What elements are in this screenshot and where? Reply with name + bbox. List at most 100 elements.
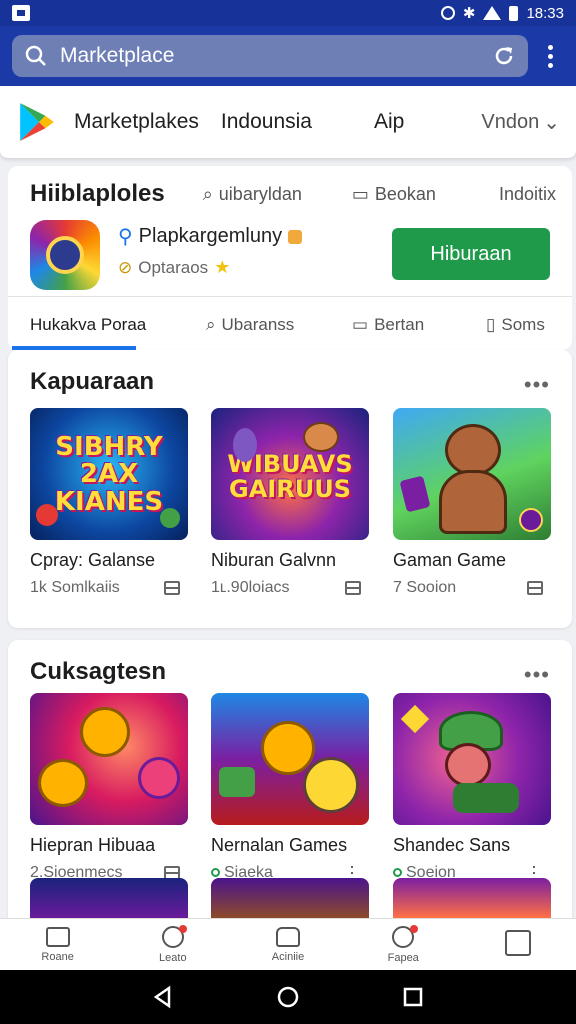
- notification-dot: [179, 925, 188, 933]
- nav-label: Roane: [41, 950, 74, 963]
- game-thumbnail: [30, 693, 188, 825]
- game-thumbnail-peek[interactable]: [393, 878, 551, 918]
- game-thumbnail-peek[interactable]: [30, 878, 188, 918]
- game-thumbnail: [393, 408, 551, 540]
- home-icon: [45, 926, 70, 947]
- nav-label: Aciniie: [271, 950, 305, 963]
- save-icon[interactable]: [164, 581, 180, 595]
- install-button[interactable]: Hiburaan: [392, 228, 550, 280]
- status-dot-icon: [211, 868, 220, 877]
- category-tab-2[interactable]: ▭ Beokan: [352, 184, 436, 205]
- back-icon[interactable]: [151, 985, 175, 1009]
- overflow-menu-icon[interactable]: [536, 35, 564, 77]
- search-bar[interactable]: Marketplace: [12, 35, 528, 77]
- category-heading: Hiiblaploles: [30, 180, 165, 207]
- apps-icon: [276, 926, 300, 947]
- category-tab-label: Beokan: [374, 183, 436, 204]
- tab-app[interactable]: Aip: [374, 110, 404, 134]
- category-tab-3[interactable]: Indoitix: [499, 184, 556, 205]
- game-title: Shandec Sans: [393, 835, 511, 855]
- nav-games[interactable]: Leato: [115, 919, 230, 970]
- app-name[interactable]: Plapkargemluny: [139, 225, 282, 248]
- star-icon: ★: [214, 257, 231, 277]
- badge-icon: [288, 229, 303, 244]
- nav-label: Fapea: [387, 951, 419, 964]
- section-title: Cuksagtesn: [30, 658, 167, 685]
- game-title: Hiepran Hibuaa: [30, 835, 156, 855]
- play-store-logo-icon[interactable]: [16, 101, 58, 143]
- nav-offers[interactable]: Fapea: [346, 919, 461, 970]
- game-thumbnail: [393, 693, 551, 825]
- status-dot-icon: [393, 868, 402, 877]
- subtab-4[interactable]: ▯ Soms: [486, 315, 545, 335]
- game-tile[interactable]: Gaman Game 7 Sooion: [393, 408, 551, 597]
- game-tile[interactable]: Shandec Sans Soeion ⋮: [393, 693, 551, 882]
- bookmark-icon: ▯: [486, 315, 496, 334]
- home-button-icon[interactable]: [276, 985, 300, 1009]
- game-title: Cpray: Galanse: [30, 550, 156, 570]
- subtab-label: Bertan: [374, 315, 425, 334]
- status-bar: ✱ 18:33: [0, 0, 576, 26]
- status-icons: ✱ 18:33: [440, 4, 564, 22]
- section-title: Kapuaraan: [30, 368, 155, 395]
- game-title: Nernalan Games: [211, 835, 348, 855]
- save-icon[interactable]: [345, 581, 361, 595]
- subtab-2[interactable]: ⌕ Ubaranss: [206, 315, 294, 335]
- subtab-label: Ubaranss: [221, 315, 295, 334]
- game-meta: 1k Somlkaiis: [30, 579, 120, 596]
- nav-library[interactable]: [461, 919, 576, 970]
- filter-dropdown[interactable]: Vndon ⌄: [481, 110, 560, 135]
- game-meta: 7 Sooion: [393, 579, 457, 596]
- app-subtitle: Optaraos: [138, 257, 209, 277]
- game-title: Niburan Galvnn: [211, 550, 337, 570]
- thumbnail-art-text: WIBUAVS GAIRUUS: [227, 450, 353, 504]
- recents-icon[interactable]: [401, 985, 425, 1009]
- category-row: Hiiblaploles ⌕ uibaryldan ▭ Beokan Indoiti…: [30, 180, 556, 208]
- category-tab-1[interactable]: ⌕ uibaryldan: [203, 184, 302, 205]
- library-icon: [505, 929, 532, 956]
- tab-indonesia[interactable]: Indounsia: [221, 110, 312, 134]
- search-icon: [25, 45, 46, 66]
- search-input[interactable]: Marketplace: [60, 44, 492, 68]
- sync-icon: [440, 6, 455, 20]
- game-tile[interactable]: Nernalan Games Siaeka ⋮: [211, 693, 369, 882]
- search-header: Marketplace: [0, 26, 576, 86]
- more-icon[interactable]: •••: [524, 372, 550, 398]
- chevron-down-icon: ⌄: [543, 111, 560, 134]
- section-kapuaraan: Kapuaraan ••• SIBHRY 2AX KIANES Cpray: G…: [8, 350, 572, 628]
- app-meta: ⚲ Plapkargemluny ⊘ Optaraos ★: [118, 224, 303, 278]
- subtab-3[interactable]: ▭ Bertan: [352, 315, 424, 335]
- more-icon[interactable]: •••: [524, 662, 550, 688]
- save-icon[interactable]: [527, 581, 543, 595]
- tab-marketplaces[interactable]: Marketplakes: [74, 110, 199, 134]
- nav-apps[interactable]: Aciniie: [230, 919, 345, 970]
- bottom-navigation: Roane Leato Aciniie Fapea: [0, 918, 576, 970]
- app-icon[interactable]: [30, 220, 100, 290]
- filter-dropdown-label: Vndon: [481, 110, 540, 133]
- game-tile[interactable]: WIBUAVS GAIRUUS Niburan Galvnn 1ʟ.90loia…: [211, 408, 369, 597]
- nav-label: Leato: [159, 951, 187, 964]
- notification-icon: [12, 5, 30, 21]
- featured-app-card: Hiiblaploles ⌕ uibaryldan ▭ Beokan Indoiti…: [8, 166, 572, 350]
- tag-icon: ⌕: [202, 183, 213, 204]
- chat-icon: ▭: [352, 315, 369, 334]
- game-title: Gaman Game: [393, 550, 507, 570]
- game-thumbnail-peek[interactable]: [211, 878, 369, 918]
- top-tabs: Marketplakes Indounsia Aip Vndon ⌄: [0, 86, 576, 158]
- notification-dot: [409, 925, 418, 933]
- game-meta: 1ʟ.90loiacs: [211, 579, 290, 596]
- subtab-label: Soms: [501, 315, 545, 334]
- game-thumbnail: WIBUAVS GAIRUUS: [211, 408, 369, 540]
- subtab-1[interactable]: Hukakva Poraa: [30, 315, 146, 335]
- refresh-icon[interactable]: [492, 44, 516, 68]
- thumbnail-art-text: SIBHRY 2AX KIANES: [54, 432, 164, 517]
- game-tile[interactable]: SIBHRY 2AX KIANES Cpray: Galanse 1k Soml…: [30, 408, 188, 597]
- rating-icon: ⊘: [118, 257, 133, 277]
- nav-home[interactable]: Roane: [0, 919, 115, 970]
- category-tab-label: uibaryldan: [218, 183, 302, 204]
- game-thumbnail: SIBHRY 2AX KIANES: [30, 408, 188, 540]
- sub-tabs: Hukakva Poraa ⌕ Ubaranss ▭ Bertan ▯ Soms: [8, 296, 572, 350]
- game-tile[interactable]: Hiepran Hibuaa 2.Sioenmecs: [30, 693, 188, 882]
- tag-icon: ⌕: [206, 315, 216, 334]
- battery-icon: [509, 5, 519, 21]
